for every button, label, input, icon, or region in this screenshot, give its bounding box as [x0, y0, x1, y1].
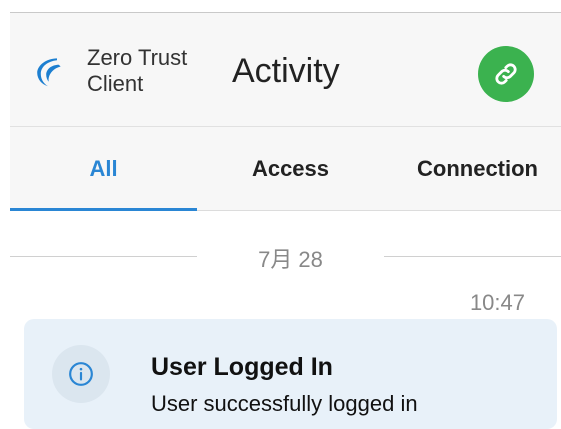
activity-card[interactable]: User Logged In User successfully logged …: [24, 319, 557, 429]
date-divider-left: [10, 256, 197, 257]
date-separator: 7月 28: [10, 236, 561, 276]
brand-line-1: Zero Trust: [87, 45, 188, 70]
activity-description: User successfully logged in: [151, 391, 418, 416]
tab-access[interactable]: Access: [197, 127, 384, 210]
date-label: 7月 28: [258, 247, 323, 272]
tab-all[interactable]: All: [10, 127, 197, 210]
zero-trust-logo-icon: [37, 58, 61, 87]
activity-tabs: All Access Connection: [10, 127, 561, 211]
app-header: Zero Trust Client Activity: [10, 13, 561, 127]
brand-name: Zero Trust Client: [87, 45, 187, 97]
tab-connection[interactable]: Connection: [384, 127, 561, 210]
date-divider-right: [384, 256, 561, 257]
info-icon-badge: [52, 345, 110, 403]
activity-time: 10:47: [469, 290, 525, 315]
connection-link-button[interactable]: [478, 46, 534, 102]
brand-line-2: Client: [87, 71, 144, 96]
activity-title: User Logged In: [151, 353, 333, 381]
info-icon: [69, 362, 93, 386]
active-tab-indicator: [10, 208, 197, 211]
page-title: Activity: [232, 52, 340, 90]
link-icon: [495, 63, 517, 85]
